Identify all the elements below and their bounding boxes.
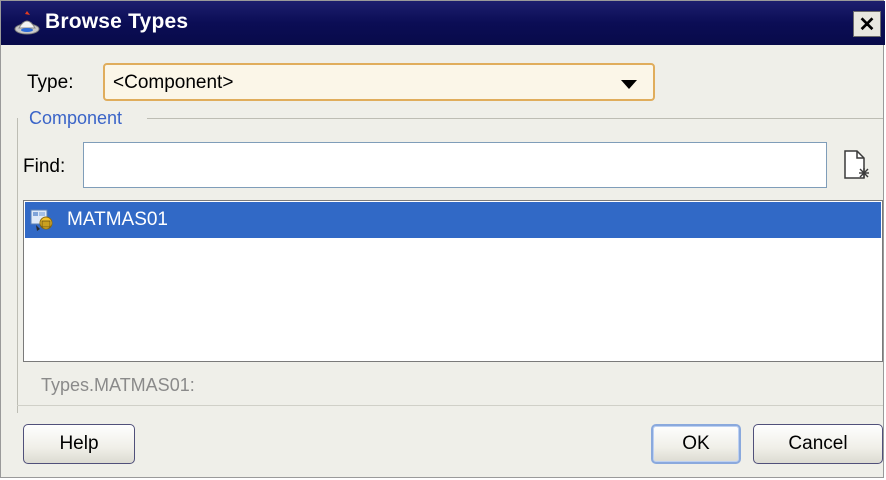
list-item-matmas01[interactable]: MATMAS01 <box>25 202 881 238</box>
title-bar[interactable]: Browse Types ✕ <box>1 1 885 45</box>
find-input[interactable] <box>83 142 827 188</box>
window-title: Browse Types <box>45 10 189 33</box>
ok-button[interactable]: OK <box>651 424 741 464</box>
type-select[interactable]: <Component> <box>103 63 655 101</box>
component-type-icon <box>29 207 57 233</box>
dropdown-arrow-icon[interactable] <box>621 80 637 89</box>
selection-status: Types.MATMAS01: <box>41 375 195 395</box>
group-border-bottom <box>17 405 883 406</box>
browse-types-dialog: Browse Types ✕ Type: <Component> Compone… <box>0 0 885 478</box>
group-border-left <box>17 118 18 413</box>
find-label: Find: <box>23 156 66 177</box>
application-icon <box>13 10 41 36</box>
close-button[interactable]: ✕ <box>853 11 881 37</box>
close-icon: ✕ <box>858 13 876 36</box>
type-select-value: <Component> <box>113 72 234 93</box>
help-button[interactable]: Help <box>23 424 135 464</box>
cancel-button[interactable]: Cancel <box>753 424 883 464</box>
component-group-legend: Component <box>27 108 125 129</box>
type-label: Type: <box>27 72 74 93</box>
list-item-label: MATMAS01 <box>67 209 169 230</box>
group-border-top <box>147 118 883 119</box>
component-list[interactable]: MATMAS01 <box>23 200 883 362</box>
new-document-icon[interactable] <box>843 150 869 180</box>
